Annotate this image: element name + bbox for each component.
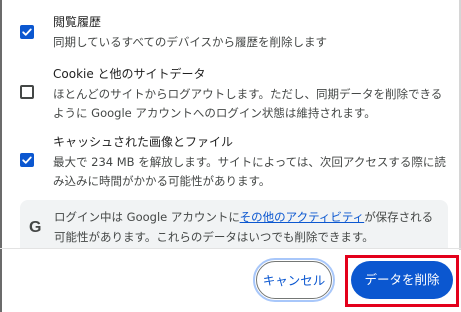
checkmark-icon [22,28,32,36]
option-browsing-history[interactable]: 閲覧履歴 同期しているすべてのデバイスから履歴を削除します [18,14,453,54]
browsing-history-checkbox[interactable] [20,25,34,39]
option-cookies[interactable]: Cookie と他のサイトデータ ほとんどのサイトからログアウトします。ただし、… [18,66,453,126]
clear-browsing-data-dialog: 閲覧履歴 同期しているすべてのデバイスから履歴を削除します Cookie と他の… [0,0,461,312]
option-cached-images[interactable]: キャッシュされた画像とファイル 最大で 234 MB を解放します。サイトによっ… [18,134,453,194]
option-title: 閲覧履歴 [53,15,102,29]
option-title: キャッシュされた画像とファイル [53,135,234,149]
google-g-icon: G [29,219,42,236]
footer-divider [0,248,461,249]
highlight-annotation-box [345,255,459,307]
option-description: ほとんどのサイトからログアウトします。ただし、同期データを削除できるように Go… [53,87,443,120]
cached-images-checkbox[interactable] [20,153,34,167]
other-activity-link[interactable]: その他のアクティビティ [240,210,365,224]
option-description: 同期しているすべてのデバイスから履歴を削除します [53,35,328,49]
cancel-button[interactable]: キャンセル [256,261,332,299]
cookies-checkbox[interactable] [20,85,34,99]
info-text-before: ログイン中は Google アカウントに [54,210,240,224]
window-edge [0,0,2,312]
google-account-info-box: G ログイン中は Google アカウントにその他のアクティビティが保存される可… [20,200,448,248]
info-text: ログイン中は Google アカウントにその他のアクティビティが保存される可能性… [54,207,442,247]
option-title: Cookie と他のサイトデータ [53,67,206,81]
checkmark-icon [22,156,32,164]
option-description: 最大で 234 MB を解放します。サイトによっては、次回アクセスする際に読み込… [53,155,446,188]
